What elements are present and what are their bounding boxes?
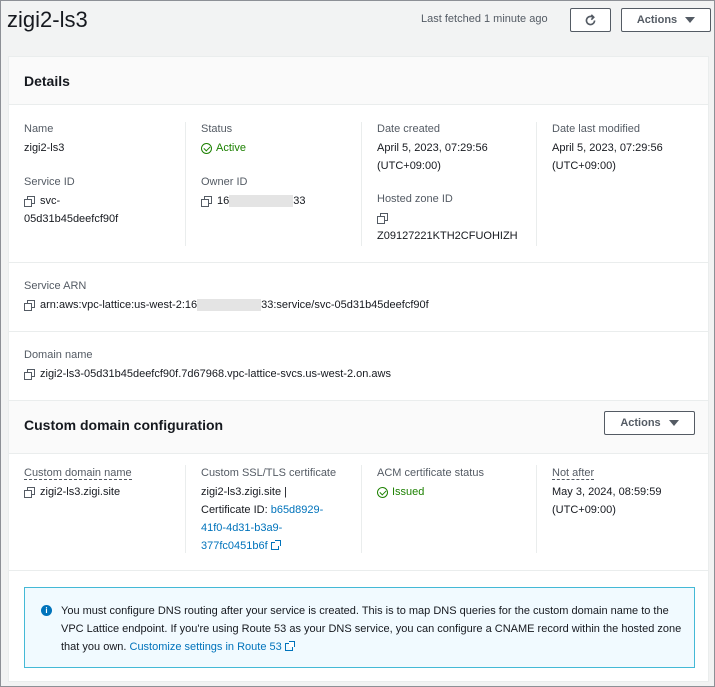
domain-name-value: zigi2-ls3-05d31b45deefcf90f.7d67968.vpc-… bbox=[24, 365, 391, 383]
cert-label: Custom SSL/TLS certificate bbox=[201, 467, 337, 479]
service-id-label: Service ID bbox=[24, 176, 75, 188]
cert-id-label: Certificate ID: bbox=[201, 504, 268, 516]
cert-domain: zigi2-ls3.zigi.site | bbox=[201, 486, 287, 498]
success-icon bbox=[377, 486, 388, 498]
service-arn-suffix: 33:service/svc-05d31b45deefcf90f bbox=[261, 299, 429, 311]
cert-id-part2: 41f0-4d31-b3a9- bbox=[201, 522, 283, 534]
column-divider bbox=[361, 122, 362, 246]
owner-id-suffix: 33 bbox=[293, 195, 306, 207]
details-container: Details Name zigi2-ls3 Service ID svc- 0… bbox=[8, 56, 709, 682]
external-link-icon bbox=[284, 641, 295, 652]
info-icon: i bbox=[41, 605, 52, 616]
actions-button[interactable]: Actions bbox=[621, 8, 711, 32]
copy-icon[interactable] bbox=[24, 369, 35, 381]
column-divider bbox=[361, 465, 362, 553]
column-divider bbox=[185, 465, 186, 553]
external-link-icon bbox=[270, 540, 281, 551]
date-created-line1: April 5, 2023, 07:29:56 bbox=[377, 142, 488, 154]
last-fetched-text: Last fetched 1 minute ago bbox=[421, 13, 548, 25]
date-modified-line1: April 5, 2023, 07:29:56 bbox=[552, 142, 663, 154]
status-value: Active bbox=[201, 139, 246, 157]
column-divider bbox=[185, 122, 186, 246]
acm-status-text: Issued bbox=[392, 486, 425, 498]
section-divider bbox=[9, 570, 708, 571]
caret-down-icon bbox=[685, 17, 696, 23]
custom-domain-name-value: zigi2-ls3.zigi.site bbox=[24, 483, 120, 501]
page-header: zigi2-ls3 Last fetched 1 minute ago Acti… bbox=[1, 1, 714, 41]
section-divider bbox=[9, 331, 708, 332]
hosted-zone-label: Hosted zone ID bbox=[377, 193, 453, 205]
actions-label: Actions bbox=[620, 417, 661, 429]
service-arn-label: Service ARN bbox=[24, 280, 87, 292]
cert-value: zigi2-ls3.zigi.site | Certificate ID: b6… bbox=[201, 483, 323, 555]
status-text: Active bbox=[216, 142, 246, 154]
not-after-value: May 3, 2024, 08:59:59 (UTC+09:00) bbox=[552, 483, 661, 519]
service-arn-value: arn:aws:vpc-lattice:us-west-2:16 33:servi… bbox=[24, 296, 429, 314]
cert-id-part3: 377fc0451b6f bbox=[201, 540, 268, 552]
service-arn-prefix: arn:aws:vpc-lattice:us-west-2:16 bbox=[40, 299, 198, 311]
service-id-line1: svc- bbox=[40, 195, 61, 207]
domain-name-label: Domain name bbox=[24, 349, 93, 361]
hosted-zone-value: Z09127221KTH2CFUOHIZH bbox=[377, 209, 518, 245]
route53-link[interactable]: Customize settings in Route 53 bbox=[129, 641, 295, 653]
refresh-icon bbox=[585, 13, 596, 25]
copy-icon[interactable] bbox=[24, 487, 35, 499]
dns-info-alert: i You must configure DNS routing after y… bbox=[24, 587, 695, 668]
name-label: Name bbox=[24, 123, 54, 135]
date-modified-line2: (UTC+09:00) bbox=[552, 160, 616, 172]
custom-domain-actions-button[interactable]: Actions bbox=[604, 411, 695, 435]
owner-id-label: Owner ID bbox=[201, 176, 248, 188]
custom-domain-heading: Custom domain configuration bbox=[24, 417, 224, 433]
not-after-line2: (UTC+09:00) bbox=[552, 504, 616, 516]
owner-id-prefix: 16 bbox=[217, 195, 230, 207]
redaction-block bbox=[197, 299, 262, 312]
hosted-zone-text: Z09127221KTH2CFUOHIZH bbox=[377, 230, 518, 242]
route53-link-text: Customize settings in Route 53 bbox=[129, 641, 282, 653]
copy-icon[interactable] bbox=[24, 300, 35, 312]
service-id-line2: 05d31b45deefcf90f bbox=[24, 213, 119, 225]
name-value: zigi2-ls3 bbox=[24, 142, 65, 154]
domain-name-text: zigi2-ls3-05d31b45deefcf90f.7d67968.vpc-… bbox=[40, 368, 391, 380]
date-created-value: April 5, 2023, 07:29:56 (UTC+09:00) bbox=[377, 139, 488, 175]
copy-icon[interactable] bbox=[377, 213, 388, 225]
redaction-block bbox=[229, 195, 294, 208]
actions-label: Actions bbox=[636, 14, 678, 26]
success-icon bbox=[201, 142, 212, 154]
date-created-line2: (UTC+09:00) bbox=[377, 160, 441, 172]
caret-down-icon bbox=[668, 420, 679, 426]
acm-status-label: ACM certificate status bbox=[377, 467, 484, 479]
copy-icon[interactable] bbox=[201, 196, 212, 208]
info-text: You must configure DNS routing after you… bbox=[61, 602, 689, 656]
cert-id-part1: b65d8929- bbox=[270, 504, 324, 516]
column-divider bbox=[536, 122, 537, 246]
owner-id-value: 16 33 bbox=[201, 192, 306, 210]
date-modified-value: April 5, 2023, 07:29:56 (UTC+09:00) bbox=[552, 139, 663, 175]
custom-domain-name-text: zigi2-ls3.zigi.site bbox=[40, 486, 121, 498]
section-divider bbox=[9, 262, 708, 263]
not-after-label[interactable]: Not after bbox=[552, 467, 595, 480]
column-divider bbox=[536, 465, 537, 553]
refresh-button[interactable] bbox=[570, 8, 611, 32]
date-modified-label: Date last modified bbox=[552, 123, 641, 135]
details-heading: Details bbox=[24, 73, 70, 89]
copy-icon[interactable] bbox=[24, 196, 35, 208]
window-frame: zigi2-ls3 Last fetched 1 minute ago Acti… bbox=[0, 0, 715, 687]
page-title: zigi2-ls3 bbox=[7, 7, 88, 32]
acm-status-value: Issued bbox=[377, 483, 424, 501]
details-header: Details bbox=[9, 57, 708, 105]
not-after-line1: May 3, 2024, 08:59:59 bbox=[552, 486, 662, 498]
custom-domain-name-label[interactable]: Custom domain name bbox=[24, 467, 132, 480]
status-label: Status bbox=[201, 123, 233, 135]
date-created-label: Date created bbox=[377, 123, 440, 135]
service-id-value: svc- 05d31b45deefcf90f bbox=[24, 192, 118, 228]
